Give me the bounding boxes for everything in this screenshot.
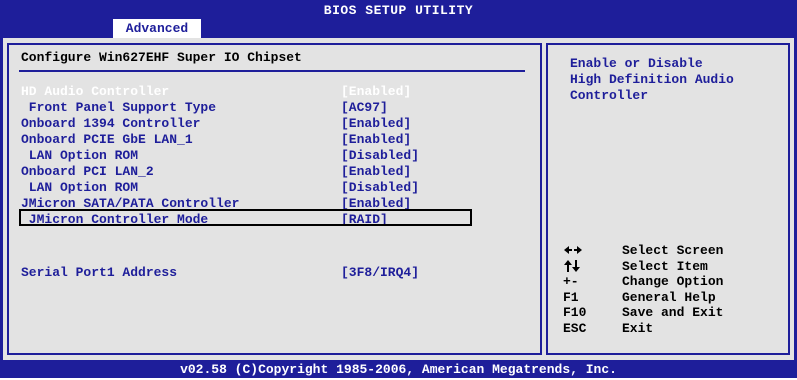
key-label: F10	[563, 305, 587, 320]
left-right-arrows-icon	[563, 243, 615, 259]
setting-value[interactable]: [Disabled]	[341, 180, 419, 195]
setting-value[interactable]: [Disabled]	[341, 148, 419, 163]
setting-onboard-pci-lan-2[interactable]: Onboard PCI LAN_2 [Enabled]	[0, 164, 540, 180]
setting-lan-option-rom-2[interactable]: LAN Option ROM [Disabled]	[0, 180, 540, 196]
setting-label: Onboard PCIE GbE LAN_1	[21, 132, 193, 147]
setting-label: Serial Port1 Address	[21, 265, 178, 280]
title-bar: BIOS SETUP UTILITY	[0, 0, 797, 19]
setting-label: LAN Option ROM	[21, 180, 139, 195]
key-desc: Select Screen	[622, 243, 724, 258]
section-divider	[19, 70, 525, 72]
setting-lan-option-rom-1[interactable]: LAN Option ROM [Disabled]	[0, 148, 540, 164]
setting-serial-port1-address[interactable]: Serial Port1 Address [3F8/IRQ4]	[0, 265, 540, 281]
setting-value[interactable]: [Enabled]	[341, 84, 411, 99]
setting-label: HD Audio Controller	[21, 84, 170, 99]
key-desc: Save and Exit	[622, 305, 724, 320]
setting-onboard-1394-controller[interactable]: Onboard 1394 Controller [Enabled]	[0, 116, 540, 132]
setting-label: LAN Option ROM	[21, 148, 139, 163]
setting-front-panel-support-type[interactable]: Front Panel Support Type [AC97]	[0, 100, 540, 116]
up-down-arrows-icon	[563, 259, 615, 275]
key-label: +-	[563, 274, 579, 289]
setting-value[interactable]: [AC97]	[341, 100, 388, 115]
key-desc: Exit	[622, 320, 654, 336]
setting-hd-audio-controller[interactable]: HD Audio Controller [Enabled]	[0, 84, 540, 100]
setting-label: Front Panel Support Type	[21, 100, 217, 115]
selection-box	[19, 209, 472, 226]
tab-advanced[interactable]: Advanced	[113, 19, 201, 38]
setting-label: Onboard 1394 Controller	[21, 116, 201, 131]
setting-value[interactable]: [Enabled]	[341, 116, 411, 131]
help-text: Enable or Disable High Definition Audio …	[570, 56, 734, 103]
setting-value[interactable]: [Enabled]	[341, 164, 411, 179]
section-title: Configure Win627EHF Super IO Chipset	[21, 50, 302, 65]
key-desc: General Help	[622, 289, 716, 305]
setting-label: Onboard PCI LAN_2	[21, 164, 154, 179]
setting-onboard-pcie-gbe-lan-1[interactable]: Onboard PCIE GbE LAN_1 [Enabled]	[0, 132, 540, 148]
key-desc: Change Option	[622, 274, 724, 289]
window-title: BIOS SETUP UTILITY	[323, 3, 474, 18]
key-label: F1	[563, 289, 579, 305]
setting-value[interactable]: [Enabled]	[341, 132, 411, 147]
key-label: ESC	[563, 320, 587, 336]
key-desc: Select Item	[622, 258, 708, 274]
setting-value[interactable]: [3F8/IRQ4]	[341, 265, 419, 280]
copyright-footer: v02.58 (C)Copyright 1985-2006, American …	[0, 360, 797, 378]
bios-screen: BIOS SETUP UTILITY Advanced Configure Wi…	[0, 0, 797, 378]
